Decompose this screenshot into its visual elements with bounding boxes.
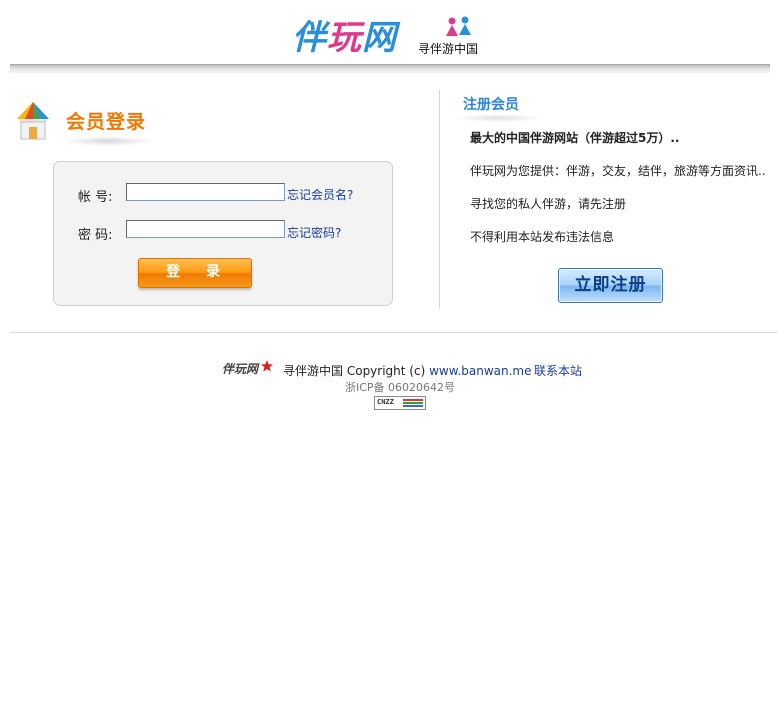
account-input[interactable]	[126, 183, 285, 201]
login-button[interactable]: 登录	[138, 258, 252, 288]
footer-copyright: 寻伴游中国 Copyright (c) www.banwan.me	[283, 362, 532, 379]
stats-bars-icon	[403, 399, 423, 407]
login-title-underline	[62, 136, 154, 146]
umbrella-house-icon	[17, 102, 49, 140]
logo-char-1: 伴	[292, 18, 327, 58]
password-label: 密 码:	[78, 228, 113, 243]
icp-number: 浙ICP备 06020642号	[345, 381, 456, 394]
register-button[interactable]: 立即注册	[558, 268, 663, 303]
account-label: 帐 号:	[78, 190, 113, 205]
star-icon	[261, 360, 273, 372]
register-info-line: 寻找您的私人伴游，请先注册	[470, 197, 627, 211]
site-logo[interactable]: 伴玩网 寻伴游中国	[290, 14, 490, 60]
footer-slogan: 寻伴游中国	[283, 364, 344, 378]
footer-divider	[10, 332, 778, 333]
header-divider	[10, 64, 770, 73]
contact-link[interactable]: 联系本站	[534, 362, 582, 379]
register-info-line: 伴玩网为您提供：伴游，交友，结伴，旅游等方面资讯..	[470, 164, 766, 178]
footer-logo[interactable]: 伴玩网	[222, 360, 274, 376]
logo-char-2: 玩	[327, 18, 362, 58]
register-title-underline	[454, 114, 544, 122]
password-input[interactable]	[126, 220, 285, 238]
forgot-password-link[interactable]: 忘记密码?	[287, 224, 341, 241]
site-url-link[interactable]: www.banwan.me	[429, 364, 531, 378]
register-title: 注册会员	[463, 97, 519, 113]
logo-wordmark: 伴玩网	[292, 18, 397, 58]
register-headline: 最大的中国伴游网站（伴游超过5万）..	[470, 131, 680, 145]
copyright-text: Copyright (c)	[346, 364, 426, 378]
column-divider	[439, 90, 440, 309]
footer-logo-text: 伴玩网	[222, 362, 259, 376]
logo-char-3: 网	[362, 18, 397, 58]
login-title: 会员登录	[66, 111, 147, 133]
register-info-line: 不得利用本站发布违法信息	[470, 230, 615, 244]
cnzz-badge-text: CNZZ	[377, 398, 394, 406]
header-slogan: 寻伴游中国	[418, 42, 479, 56]
forgot-username-link[interactable]: 忘记会员名?	[287, 186, 353, 203]
people-icon	[446, 16, 471, 36]
cnzz-stats-badge[interactable]: CNZZ	[374, 396, 426, 410]
